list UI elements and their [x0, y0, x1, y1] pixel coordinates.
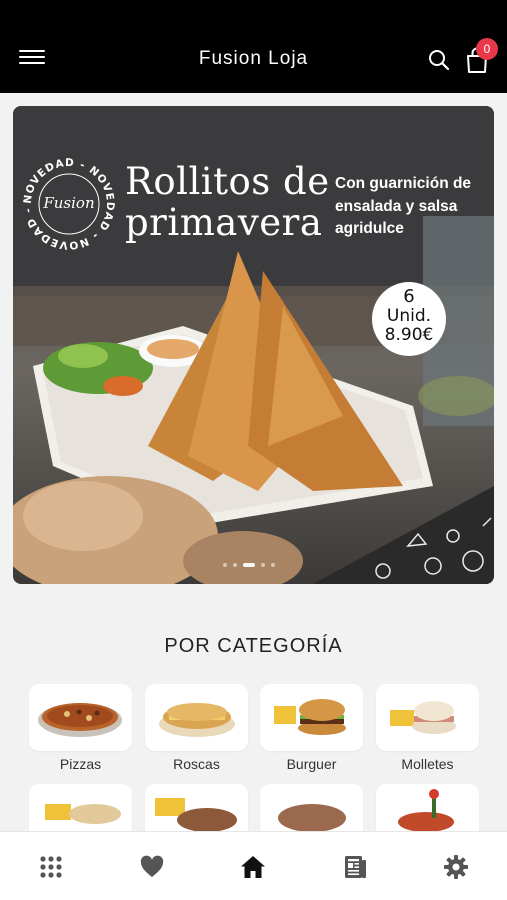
- promo-banner[interactable]: NOVEDAD - NOVEDAD - NOVEDAD - Fusion Rol…: [13, 106, 494, 584]
- price-badge: 6 Unid. 8.90€: [372, 282, 446, 356]
- price-unit: Unid.: [386, 306, 432, 326]
- category-image: [29, 684, 132, 751]
- carousel-dot[interactable]: [261, 563, 265, 567]
- bottom-navigation: [0, 831, 507, 900]
- category-label: Burguer: [286, 756, 337, 772]
- app-header: Fusion Loja 0: [0, 0, 507, 93]
- carousel-dots: [223, 562, 275, 568]
- category-roscas[interactable]: Roscas: [145, 684, 248, 772]
- category-label: Molletes: [401, 756, 454, 772]
- news-icon[interactable]: [342, 854, 368, 880]
- category-image: [260, 684, 363, 751]
- carousel-dot[interactable]: [233, 563, 237, 567]
- carousel-dot[interactable]: [223, 563, 227, 567]
- svg-text:Fusion: Fusion: [42, 194, 94, 212]
- category-molletes[interactable]: Molletes: [376, 684, 479, 772]
- category-label: Pizzas: [59, 756, 102, 772]
- apps-grid-icon[interactable]: [38, 854, 64, 880]
- carousel-dot-active[interactable]: [243, 563, 255, 567]
- category-image: [145, 684, 248, 751]
- settings-gear-icon[interactable]: [443, 854, 469, 880]
- category-burguer[interactable]: Burguer: [260, 684, 363, 772]
- heart-icon[interactable]: [139, 854, 165, 880]
- cart-count-badge: 0: [476, 38, 498, 60]
- category-pizzas[interactable]: Pizzas: [29, 684, 132, 772]
- carousel-dot[interactable]: [271, 563, 275, 567]
- banner-title: Rollitos de primavera: [125, 160, 330, 244]
- category-label: Roscas: [173, 756, 220, 772]
- price-quantity: 6: [403, 286, 415, 307]
- search-icon[interactable]: [427, 48, 451, 72]
- price-value: 8.90€: [384, 325, 434, 345]
- category-heading: POR CATEGORÍA: [164, 635, 343, 657]
- category-image: [376, 684, 479, 751]
- home-icon[interactable]: [240, 854, 266, 880]
- banner-subtitle: Con guarnición de ensalada y salsa agrid…: [335, 175, 472, 237]
- novedad-stamp-logo: NOVEDAD - NOVEDAD - NOVEDAD - Fusion: [22, 157, 115, 251]
